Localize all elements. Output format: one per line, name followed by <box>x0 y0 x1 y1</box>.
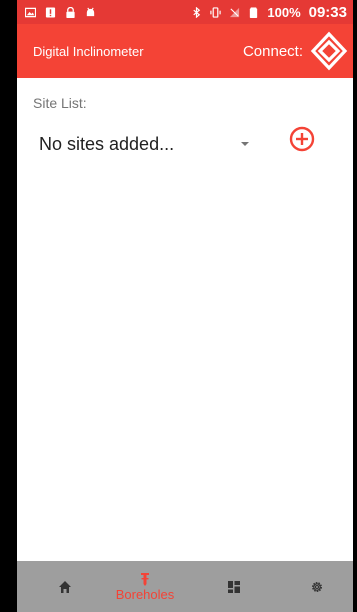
gear-icon <box>311 581 323 592</box>
bluetooth-icon <box>191 6 202 18</box>
status-bar: 100% 09:33 <box>17 0 353 24</box>
status-bar-notifications <box>17 6 191 18</box>
clock: 09:33 <box>308 3 347 21</box>
bottom-navigation: Boreholes <box>17 561 353 612</box>
image-icon <box>25 7 36 18</box>
nav-home[interactable] <box>50 561 80 612</box>
alert-icon <box>45 6 56 18</box>
app-screen: 100% 09:33 Digital Inclinometer Connect:… <box>17 0 353 612</box>
nav-dashboard[interactable] <box>219 561 249 612</box>
status-bar-system: 100% 09:33 <box>191 4 353 21</box>
android-icon <box>85 7 96 18</box>
app-bar: Digital Inclinometer Connect: <box>17 24 353 78</box>
device-frame-left <box>0 0 17 612</box>
app-title: Digital Inclinometer <box>33 43 144 59</box>
grid-icon <box>228 580 240 593</box>
battery-percentage: 100% <box>267 4 301 20</box>
device-frame-right <box>353 0 357 612</box>
vibrate-icon <box>210 6 222 18</box>
connect-label: Connect: <box>242 42 303 60</box>
no-signal-icon <box>229 7 240 18</box>
site-list-selected-value: No sites added... <box>39 133 175 154</box>
nav-boreholes[interactable]: Boreholes <box>109 561 181 612</box>
site-list-dropdown[interactable]: No sites added... <box>39 130 249 158</box>
add-circle-icon <box>289 126 315 152</box>
nav-settings[interactable] <box>302 561 332 612</box>
lock-icon <box>65 6 76 18</box>
connect-diamond-icon <box>309 31 349 71</box>
add-site-button[interactable] <box>289 126 315 152</box>
site-list-label: Site List: <box>33 95 87 111</box>
dropdown-arrow-icon <box>241 142 249 146</box>
borehole-icon <box>141 573 149 586</box>
nav-boreholes-label: Boreholes <box>115 587 175 602</box>
connect-button[interactable]: Connect: <box>243 31 353 71</box>
home-icon <box>59 580 71 593</box>
battery-icon <box>248 6 259 18</box>
